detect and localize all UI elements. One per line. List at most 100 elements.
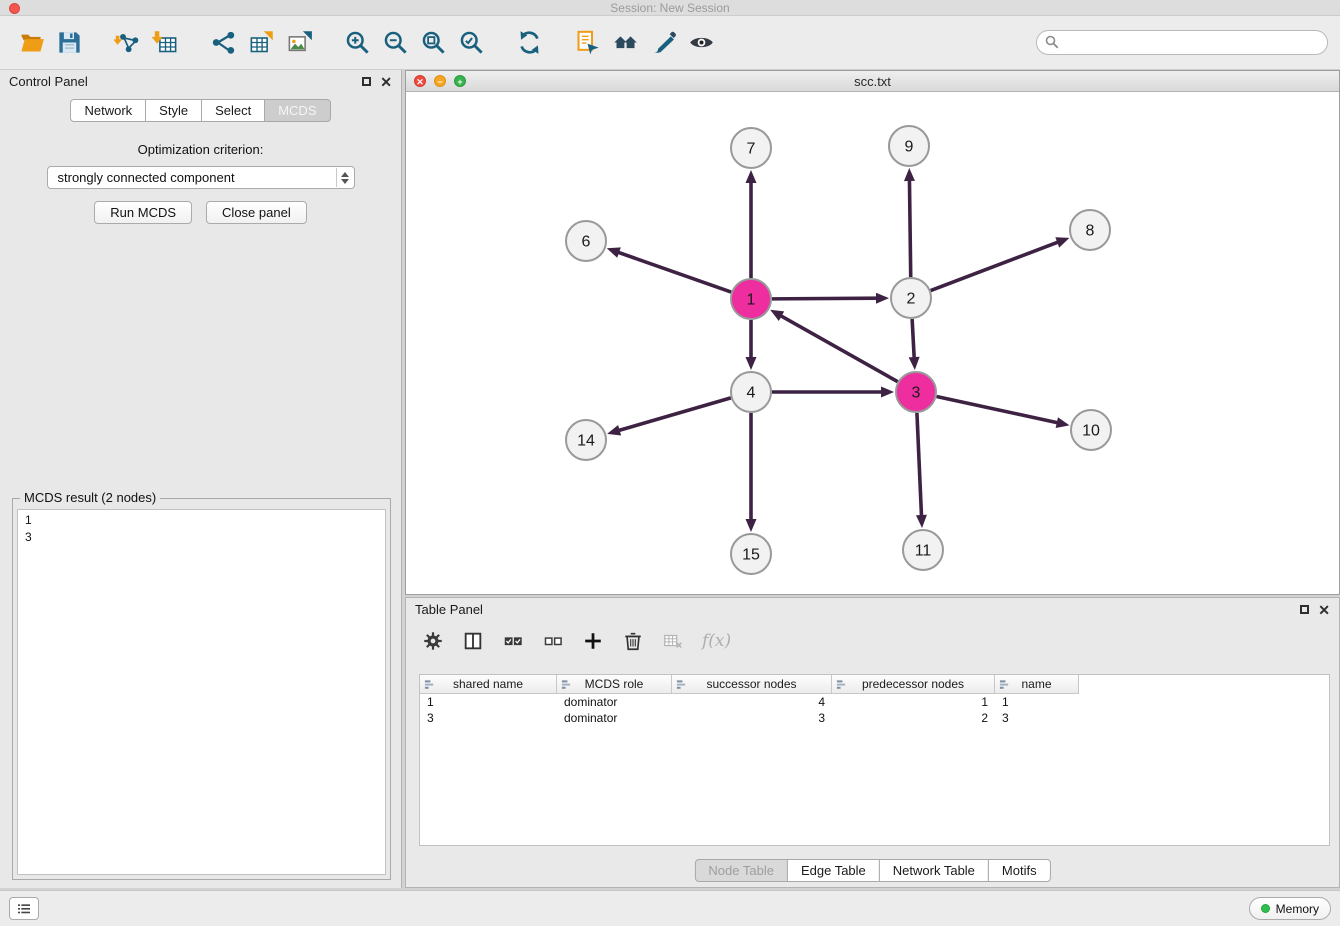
table-cell[interactable]: dominator <box>557 710 672 726</box>
zoom-out-button[interactable] <box>376 24 414 62</box>
graph-node-label: 6 <box>582 234 591 251</box>
task-history-button[interactable] <box>9 897 39 920</box>
control-panel-title: Control Panel <box>9 74 88 89</box>
table-cell[interactable]: 3 <box>995 710 1079 726</box>
mcds-result-item[interactable]: 1 <box>18 512 385 529</box>
apply-style-button[interactable] <box>644 24 682 62</box>
mcds-result-groupbox: MCDS result (2 nodes) 13 <box>12 498 391 880</box>
graph-node-label: 11 <box>915 543 932 560</box>
float-table-panel-button[interactable] <box>1300 605 1309 614</box>
network-maximize-button[interactable]: + <box>454 75 466 87</box>
mcds-result-item[interactable]: 3 <box>18 529 385 546</box>
table-cell[interactable]: 4 <box>672 694 832 710</box>
optimization-criterion-select[interactable]: strongly connected component <box>47 166 355 189</box>
graph-edge-4-14[interactable] <box>618 398 731 431</box>
delete-table-button[interactable] <box>662 630 684 652</box>
graph-node-label: 3 <box>912 385 921 402</box>
tab-edge-table[interactable]: Edge Table <box>787 859 880 882</box>
network-close-button[interactable]: ✕ <box>414 75 426 87</box>
search-input[interactable] <box>1036 30 1328 55</box>
status-bar: Memory <box>0 890 1340 926</box>
create-column-button[interactable] <box>582 630 604 652</box>
open-folder-icon <box>18 29 45 56</box>
memory-button[interactable]: Memory <box>1249 897 1331 920</box>
table-row[interactable]: 3dominator323 <box>420 710 1329 726</box>
graph-edge-2-8[interactable] <box>931 242 1060 291</box>
float-panel-button[interactable] <box>362 77 371 86</box>
tab-select[interactable]: Select <box>201 99 265 122</box>
tab-mcds[interactable]: MCDS <box>264 99 330 122</box>
column-header-shared-name[interactable]: shared name <box>420 675 557 694</box>
graph-edge-3-10[interactable] <box>937 396 1059 423</box>
table-cell[interactable]: 1 <box>420 694 557 710</box>
sort-icon <box>424 679 435 690</box>
graph-node-label: 2 <box>907 291 916 308</box>
mcds-result-list[interactable]: 13 <box>17 509 386 875</box>
memory-label: Memory <box>1276 902 1319 916</box>
list-icon <box>16 901 32 917</box>
delete-column-button[interactable] <box>622 630 644 652</box>
import-table-button[interactable] <box>146 24 184 62</box>
table-cell[interactable]: 3 <box>672 710 832 726</box>
graph-node-label: 9 <box>905 139 914 156</box>
apply-layout-button[interactable] <box>510 24 548 62</box>
graph-edge-3-1[interactable] <box>780 315 898 381</box>
graph-edge-1-2[interactable] <box>772 298 878 299</box>
new-network-button[interactable] <box>204 24 242 62</box>
graph-edge-2-3[interactable] <box>912 319 914 359</box>
tab-style[interactable]: Style <box>145 99 202 122</box>
column-header-predecessor-nodes[interactable]: predecessor nodes <box>832 675 995 694</box>
run-mcds-button[interactable]: Run MCDS <box>94 201 192 224</box>
network-home-button[interactable] <box>606 24 644 62</box>
import-network-button[interactable] <box>108 24 146 62</box>
table-cell[interactable]: 1 <box>832 694 995 710</box>
table-panel-header: Table Panel ✕ <box>406 598 1339 621</box>
show-hide-button[interactable] <box>682 24 720 62</box>
graph-edge-arrowhead <box>1055 237 1069 247</box>
control-panel-header: Control Panel ✕ <box>0 70 401 93</box>
import-network-icon <box>114 29 141 56</box>
export-table-button[interactable] <box>242 24 280 62</box>
tab-node-table[interactable]: Node Table <box>694 859 788 882</box>
show-columns-button[interactable] <box>462 630 484 652</box>
tab-network[interactable]: Network <box>70 99 146 122</box>
document-share-icon <box>574 29 601 56</box>
graph-edge-2-9[interactable] <box>909 179 910 277</box>
table-cell[interactable]: 2 <box>832 710 995 726</box>
graph-edge-1-6[interactable] <box>617 252 731 292</box>
close-table-panel-button[interactable]: ✕ <box>1318 603 1330 617</box>
graph-edge-3-11[interactable] <box>917 413 922 517</box>
graph-edge-arrowhead <box>876 293 889 304</box>
node-table: shared nameMCDS rolesuccessor nodesprede… <box>419 674 1330 846</box>
columns-icon <box>462 630 484 652</box>
table-cell[interactable]: 1 <box>995 694 1079 710</box>
save-session-button[interactable] <box>50 24 88 62</box>
zoom-fit-button[interactable] <box>414 24 452 62</box>
network-canvas[interactable]: 7968124314101511 <box>406 92 1337 593</box>
zoom-in-button[interactable] <box>338 24 376 62</box>
unselect-all-columns-button[interactable] <box>542 630 564 652</box>
network-window-titlebar: ✕ − + scc.txt <box>406 71 1339 92</box>
export-image-button[interactable] <box>280 24 318 62</box>
close-control-panel-button[interactable]: ✕ <box>380 75 392 89</box>
toolbar-search <box>1036 30 1328 55</box>
table-cell[interactable]: dominator <box>557 694 672 710</box>
table-row[interactable]: 1dominator411 <box>420 694 1329 710</box>
network-minimize-button[interactable]: − <box>434 75 446 87</box>
save-floppy-icon <box>56 29 83 56</box>
function-builder-button[interactable]: f(x) <box>702 631 731 651</box>
table-cell[interactable]: 3 <box>420 710 557 726</box>
column-header-successor-nodes[interactable]: successor nodes <box>672 675 832 694</box>
column-header-MCDS-role[interactable]: MCDS role <box>557 675 672 694</box>
zoom-selected-button[interactable] <box>452 24 490 62</box>
zoom-in-icon <box>344 29 371 56</box>
main-area: Control Panel ✕ NetworkStyleSelectMCDS O… <box>0 70 1340 890</box>
close-mcds-panel-button[interactable]: Close panel <box>206 201 307 224</box>
select-all-columns-button[interactable] <box>502 630 524 652</box>
table-settings-button[interactable] <box>422 630 444 652</box>
open-session-button[interactable] <box>12 24 50 62</box>
column-header-name[interactable]: name <box>995 675 1079 694</box>
tab-network-table[interactable]: Network Table <box>879 859 989 882</box>
copy-document-button[interactable] <box>568 24 606 62</box>
tab-motifs[interactable]: Motifs <box>988 859 1051 882</box>
